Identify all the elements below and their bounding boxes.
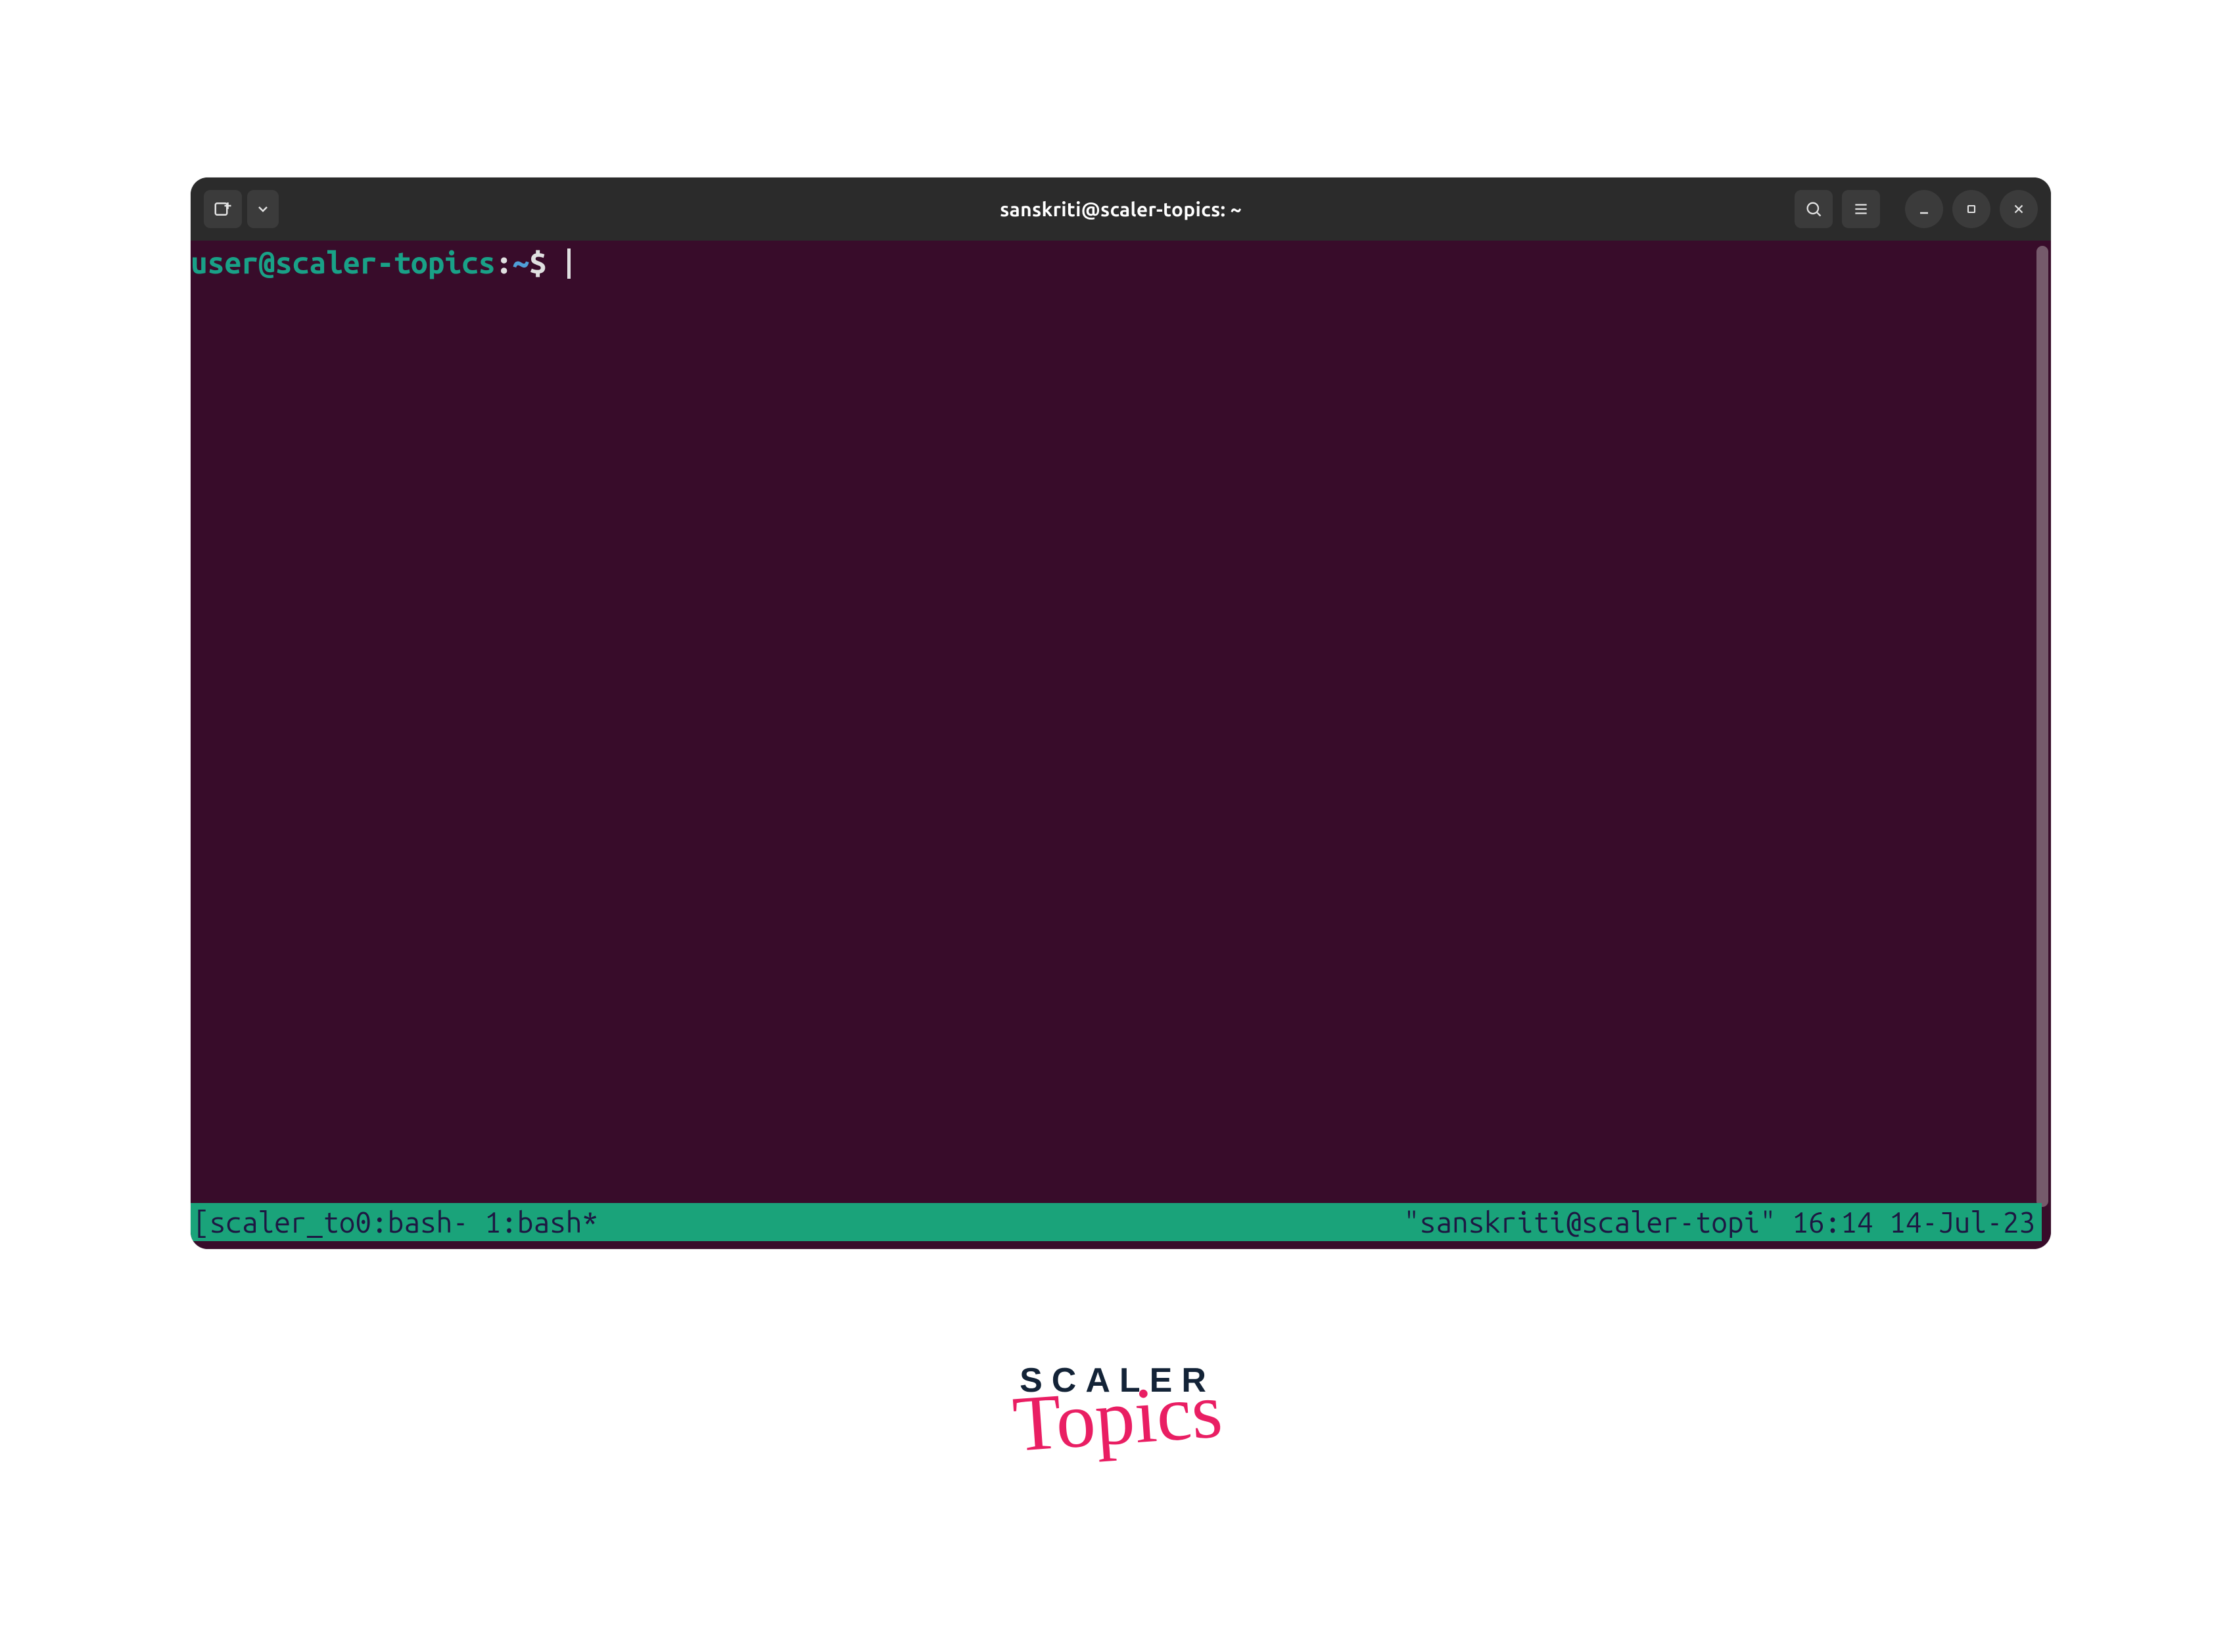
prompt-path: ~: [512, 245, 529, 279]
tmux-status-right: "sanskriti@scaler-topi" 16:14 14-Jul-23: [1403, 1206, 2035, 1239]
window-title: sanskriti@scaler-topics: ~: [191, 198, 2051, 220]
prompt-sigil: $: [529, 245, 546, 279]
menu-button[interactable]: [1842, 190, 1880, 228]
prompt-line: user@scaler-topics:~$: [191, 241, 2051, 279]
new-tab-button[interactable]: [204, 190, 242, 228]
titlebar-right-group: [1795, 190, 2038, 228]
terminal-window: sanskriti@scaler-topics: ~: [191, 177, 2051, 1249]
prompt-colon: :: [496, 245, 513, 279]
tmux-status-left: [scaler_to0:bash- 1:bash*: [193, 1206, 598, 1239]
watermark-logo: SCALER Topics: [0, 1361, 2235, 1457]
close-icon: [2012, 202, 2026, 216]
minimize-button[interactable]: [1905, 190, 1943, 228]
titlebar: sanskriti@scaler-topics: ~: [191, 177, 2051, 241]
prompt-user-host: user@scaler-topics: [191, 245, 496, 279]
maximize-icon: [1965, 202, 1978, 216]
scrollbar-thumb[interactable]: [2036, 246, 2048, 1207]
minimize-icon: [1916, 201, 1932, 217]
tmux-status-bar: [scaler_to0:bash- 1:bash* "sanskriti@sca…: [191, 1203, 2042, 1241]
tab-dropdown-button[interactable]: [247, 190, 279, 228]
chevron-down-icon: [255, 201, 271, 217]
hamburger-icon: [1852, 201, 1870, 218]
search-button[interactable]: [1795, 190, 1833, 228]
maximize-button[interactable]: [1952, 190, 1990, 228]
close-button[interactable]: [2000, 190, 2038, 228]
text-cursor: [567, 248, 571, 279]
watermark-text-topics: Topics: [1010, 1371, 1225, 1464]
new-tab-icon: [213, 199, 233, 219]
search-icon: [1804, 200, 1823, 218]
titlebar-left-group: [204, 190, 279, 228]
scrollbar-track[interactable]: [2036, 246, 2048, 1207]
terminal-body[interactable]: user@scaler-topics:~$ [scaler_to0:bash- …: [191, 241, 2051, 1249]
